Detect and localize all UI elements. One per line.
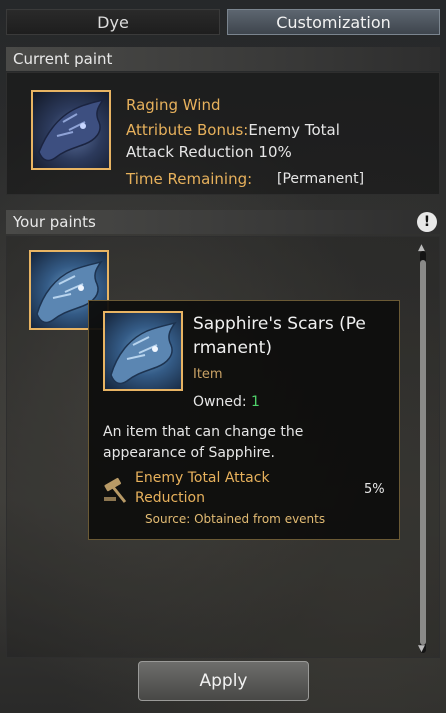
attribute-bonus-label: Attribute Bonus: <box>126 121 249 139</box>
apply-button[interactable]: Apply <box>138 661 309 701</box>
your-paints-header: Your paints <box>6 210 440 234</box>
tooltip-description-line1: An item that can change the <box>103 424 304 440</box>
time-remaining-label: Time Remaining: <box>126 170 253 188</box>
tab-dye[interactable]: Dye <box>6 9 220 35</box>
current-paint-header: Current paint <box>6 47 440 71</box>
tooltip-owned-label: Owned: <box>193 394 247 410</box>
scrollbar-thumb[interactable] <box>420 260 426 645</box>
tooltip-bonus-name-line2: Reduction <box>135 490 205 506</box>
scroll-down-icon[interactable]: ▼ <box>418 644 425 654</box>
dragon-head-icon <box>38 98 105 162</box>
tooltip-thumbnail <box>103 311 183 391</box>
attribute-bonus-value-line2: Attack Reduction 10% <box>126 143 292 161</box>
attribute-bonus-line: Attribute Bonus:Enemy Total <box>126 119 340 141</box>
current-paint-thumbnail <box>31 90 111 170</box>
tab-customization[interactable]: Customization <box>227 9 440 35</box>
item-tooltip: Sapphire's Scars (Pe rmanent) Item Owned… <box>88 300 400 540</box>
info-icon[interactable]: ! <box>417 212 437 232</box>
tooltip-description-line2: appearance of Sapphire. <box>103 445 275 461</box>
time-remaining-value: [Permanent] <box>277 171 365 187</box>
tooltip-owned-value: 1 <box>251 394 260 410</box>
tooltip-item-type: Item <box>193 367 223 382</box>
tooltip-title-line1: Sapphire's Scars (Pe <box>193 314 366 334</box>
attribute-bonus-value: Enemy Total <box>248 121 340 139</box>
tooltip-owned: Owned: 1 <box>193 391 260 413</box>
dragon-head-icon <box>110 321 177 385</box>
hammer-icon <box>104 477 127 503</box>
current-paint-header-label: Current paint <box>13 50 113 68</box>
tooltip-source: Source: Obtained from events <box>145 512 326 526</box>
tooltip-title-line2: rmanent) <box>193 338 272 358</box>
tooltip-bonus-name-line1: Enemy Total Attack <box>135 470 270 486</box>
current-paint-name: Raging Wind <box>126 96 221 114</box>
tooltip-bonus-value: 5% <box>364 482 385 497</box>
your-paints-header-label: Your paints <box>13 213 96 231</box>
